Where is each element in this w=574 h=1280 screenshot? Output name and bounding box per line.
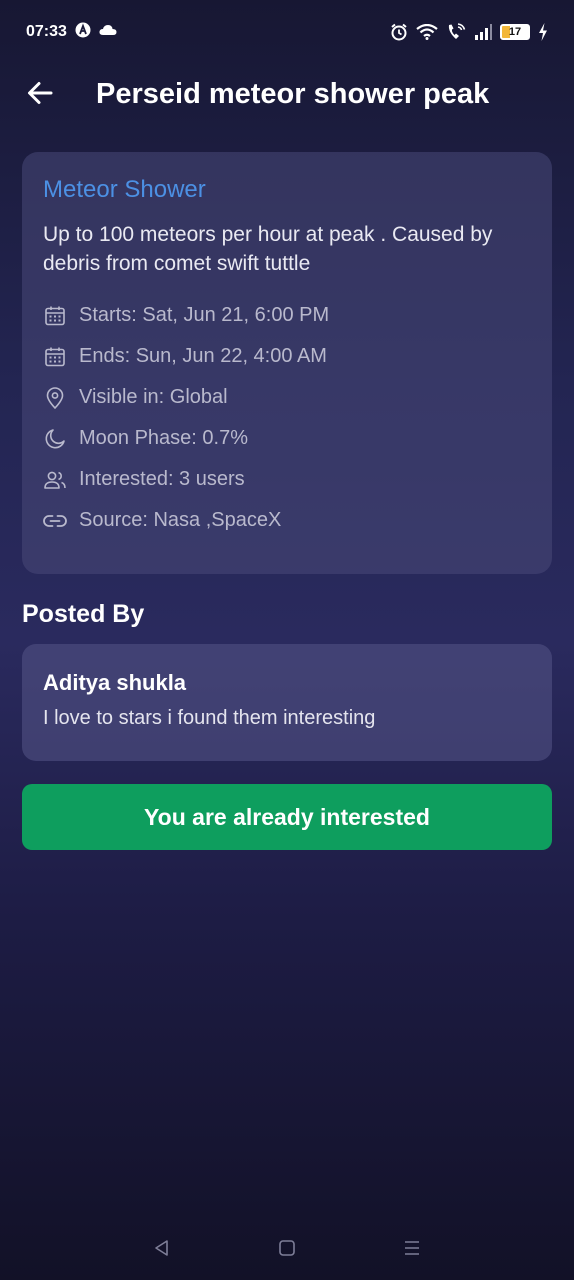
nav-back-button[interactable] bbox=[142, 1230, 182, 1270]
calendar-icon bbox=[43, 345, 67, 369]
status-left: 07:33 bbox=[26, 22, 117, 43]
detail-text: Source: Nasa ,SpaceX bbox=[79, 509, 282, 531]
battery-icon: 17 bbox=[500, 24, 530, 40]
back-button[interactable] bbox=[22, 77, 58, 113]
signal-icon bbox=[474, 24, 492, 40]
event-type: Meteor Shower bbox=[43, 176, 206, 203]
interested-button[interactable]: You are already interested bbox=[22, 784, 552, 850]
detail-text: Moon Phase: 0.7% bbox=[79, 427, 248, 449]
back-triangle-icon bbox=[153, 1239, 171, 1262]
detail-row-interested: Interested: 3 users bbox=[43, 459, 531, 500]
alarm-icon bbox=[390, 23, 408, 41]
charging-icon bbox=[538, 23, 548, 41]
nav-menu-button[interactable] bbox=[392, 1230, 432, 1270]
system-nav-bar bbox=[0, 1220, 574, 1280]
wifi-icon bbox=[416, 24, 438, 40]
detail-text: Interested: 3 users bbox=[79, 468, 245, 490]
detail-row-source: Source: Nasa ,SpaceX bbox=[43, 500, 531, 541]
page-title: Perseid meteor shower peak bbox=[96, 78, 490, 110]
detail-text: Visible in: Global bbox=[79, 386, 228, 408]
a-icon bbox=[75, 22, 91, 43]
status-right: 17 bbox=[390, 23, 548, 41]
event-details-card: Meteor Shower Up to 100 meteors per hour… bbox=[22, 152, 552, 574]
detail-text: Starts: Sat, Jun 21, 6:00 PM bbox=[79, 304, 330, 326]
poster-name: Aditya shukla bbox=[43, 670, 187, 695]
home-square-icon bbox=[278, 1239, 296, 1262]
poster-card[interactable]: Aditya shukla I love to stars i found th… bbox=[22, 644, 552, 761]
calendar-icon bbox=[43, 304, 67, 328]
cloud-icon bbox=[99, 23, 117, 41]
users-icon bbox=[43, 468, 67, 492]
app-header: Perseid meteor shower peak bbox=[0, 68, 574, 122]
status-bar: 07:33 17 bbox=[0, 0, 574, 64]
detail-row-moon-phase: Moon Phase: 0.7% bbox=[43, 418, 531, 459]
location-pin-icon bbox=[43, 386, 67, 410]
detail-row-visibility: Visible in: Global bbox=[43, 377, 531, 418]
moon-icon bbox=[43, 427, 67, 451]
wifi-call-icon bbox=[446, 23, 466, 41]
posted-by-title: Posted By bbox=[22, 600, 145, 628]
detail-row-ends: Ends: Sun, Jun 22, 4:00 AM bbox=[43, 336, 531, 377]
status-time: 07:33 bbox=[26, 23, 67, 40]
menu-lines-icon bbox=[403, 1239, 421, 1262]
detail-row-starts: Starts: Sat, Jun 21, 6:00 PM bbox=[43, 295, 531, 336]
arrow-left-icon bbox=[26, 79, 54, 112]
event-description: Up to 100 meteors per hour at peak . Cau… bbox=[43, 223, 493, 275]
nav-home-button[interactable] bbox=[267, 1230, 307, 1270]
link-icon bbox=[43, 509, 67, 533]
poster-bio: I love to stars i found them interesting bbox=[43, 707, 376, 729]
detail-text: Ends: Sun, Jun 22, 4:00 AM bbox=[79, 345, 327, 367]
